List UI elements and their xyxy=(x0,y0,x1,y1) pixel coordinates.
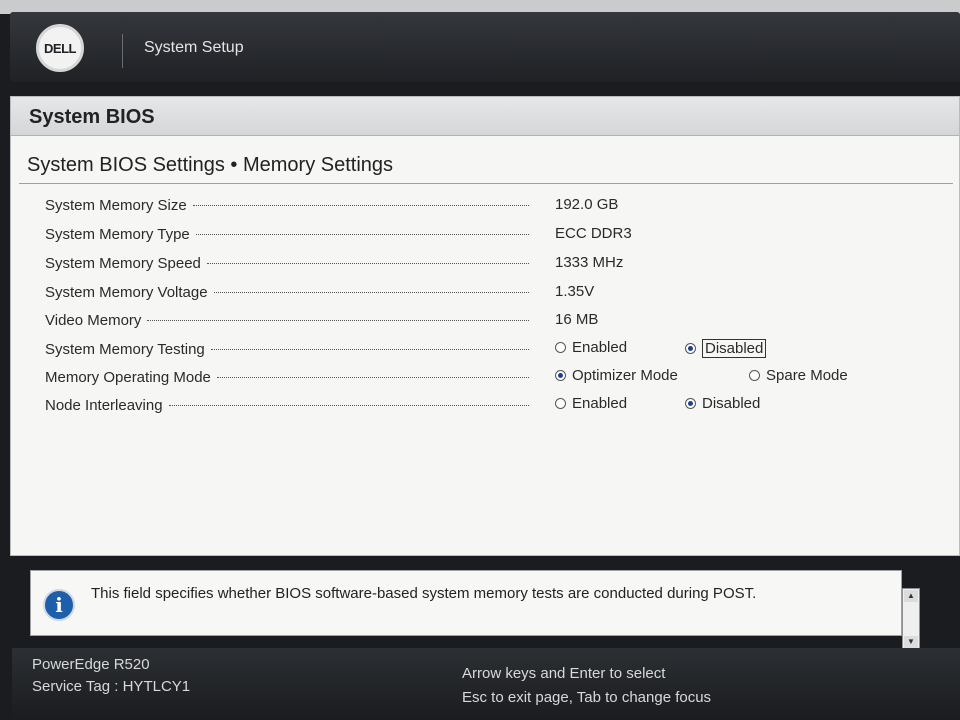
setting-row-memory-speed: System Memory Speed 1333 MHz xyxy=(45,252,945,274)
option-label: Disabled xyxy=(702,395,761,412)
help-scrollbar[interactable]: ▲ ▼ xyxy=(902,588,920,650)
setting-row-memory-type: System Memory Type ECC DDR3 xyxy=(45,223,945,245)
setting-label: System Memory Voltage xyxy=(45,283,208,301)
option-label: Enabled xyxy=(572,395,628,412)
setting-label: System Memory Speed xyxy=(45,254,201,272)
info-icon: i xyxy=(43,589,75,621)
radio-selected-icon[interactable] xyxy=(685,343,696,354)
key-hints: Arrow keys and Enter to select Esc to ex… xyxy=(462,662,711,710)
setting-row-node-interleaving: Node Interleaving Enabled Disabled xyxy=(45,394,945,416)
setting-label: Node Interleaving xyxy=(45,396,163,414)
option-label-focused: Disabled xyxy=(702,339,767,358)
leader-dots xyxy=(210,348,529,350)
service-tag: Service Tag : HYTLCY1 xyxy=(32,678,191,695)
model-name: PowerEdge R520 xyxy=(32,656,150,673)
memory-testing-disabled-option[interactable]: Disabled xyxy=(685,339,767,358)
logo-text: DELL xyxy=(44,40,76,56)
node-interleaving-disabled-option[interactable]: Disabled xyxy=(685,395,760,412)
panel-header: System BIOS xyxy=(11,97,959,136)
setting-label: System Memory Size xyxy=(45,196,187,214)
radio-selected-icon[interactable] xyxy=(685,398,696,409)
setting-row-memory-voltage: System Memory Voltage 1.35V xyxy=(45,281,945,303)
header-bar: DELL System Setup xyxy=(10,12,960,82)
setting-row-operating-mode: Memory Operating Mode Optimizer Mode Spa… xyxy=(45,366,945,388)
option-label: Optimizer Mode xyxy=(572,367,678,384)
leader-dots xyxy=(147,319,529,321)
scroll-up-arrow-icon[interactable]: ▲ xyxy=(904,590,918,602)
status-bar: PowerEdge R520 Service Tag : HYTLCY1 Arr… xyxy=(12,648,960,720)
operating-mode-optimizer-option[interactable]: Optimizer Mode xyxy=(555,367,678,384)
radio-unselected-icon[interactable] xyxy=(555,398,566,409)
dell-logo: DELL xyxy=(36,24,84,72)
page-title: System BIOS xyxy=(29,106,155,128)
setting-label: System Memory Type xyxy=(45,225,190,243)
setting-value: 1333 MHz xyxy=(555,254,624,271)
main-panel: System BIOS System BIOS Settings • Memor… xyxy=(10,96,960,556)
setting-value: 192.0 GB xyxy=(555,196,619,213)
option-label: Enabled xyxy=(572,339,628,356)
setting-label: Memory Operating Mode xyxy=(45,368,211,386)
system-info: PowerEdge R520 Service Tag : HYTLCY1 xyxy=(32,654,190,698)
setting-row-memory-testing: System Memory Testing Enabled Disabled xyxy=(45,338,945,360)
help-box: i This field specifies whether BIOS soft… xyxy=(30,570,902,636)
section-divider xyxy=(19,183,953,184)
app-title: System Setup xyxy=(144,39,244,56)
key-hint-select: Arrow keys and Enter to select xyxy=(462,665,666,682)
operating-mode-spare-option[interactable]: Spare Mode xyxy=(749,367,848,384)
help-text: This field specifies whether BIOS softwa… xyxy=(91,585,757,602)
leader-dots xyxy=(168,404,529,406)
leader-dots xyxy=(195,233,529,235)
leader-dots xyxy=(213,291,529,293)
key-hint-exit: Esc to exit page, Tab to change focus xyxy=(462,689,712,706)
setting-value: 16 MB xyxy=(555,311,599,328)
setting-label: Video Memory xyxy=(45,311,142,329)
section-title: System BIOS Settings • Memory Settings xyxy=(27,154,394,176)
option-label: Spare Mode xyxy=(766,367,848,384)
leader-dots xyxy=(216,376,529,378)
setting-row-video-memory: Video Memory 16 MB xyxy=(45,309,945,331)
setting-label: System Memory Testing xyxy=(45,340,205,358)
radio-unselected-icon[interactable] xyxy=(749,370,760,381)
leader-dots xyxy=(192,204,529,206)
header-divider xyxy=(122,34,123,68)
setting-row-memory-size: System Memory Size 192.0 GB xyxy=(45,194,945,216)
radio-unselected-icon[interactable] xyxy=(555,342,566,353)
node-interleaving-enabled-option[interactable]: Enabled xyxy=(555,395,627,412)
setting-value: 1.35V xyxy=(555,283,595,300)
radio-selected-icon[interactable] xyxy=(555,370,566,381)
scroll-down-arrow-icon[interactable]: ▼ xyxy=(904,636,918,648)
setting-value: ECC DDR3 xyxy=(555,225,632,242)
leader-dots xyxy=(206,262,529,264)
memory-testing-enabled-option[interactable]: Enabled xyxy=(555,339,627,356)
